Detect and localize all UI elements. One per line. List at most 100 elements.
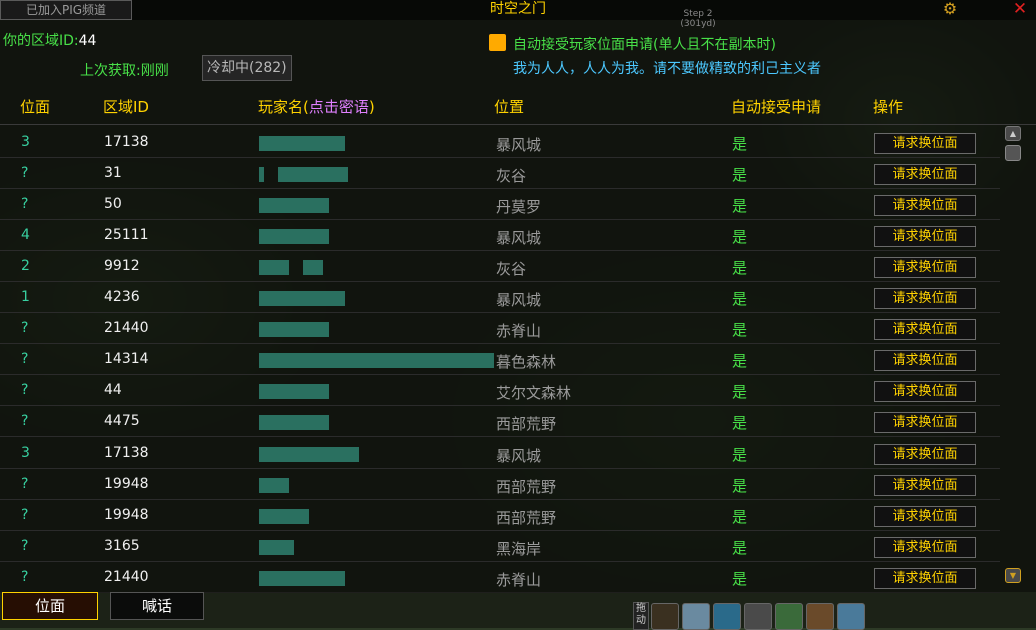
book-icon[interactable]	[775, 603, 803, 630]
cell-pos: ?	[21, 506, 29, 523]
col-header-name-prefix: 玩家名(	[258, 98, 309, 116]
motto-text: 我为人人，人人为我。请不要做精致的利己主义者	[513, 61, 821, 77]
cell-pos: 1	[21, 289, 30, 306]
cell-auto-accept: 是	[732, 259, 748, 278]
cell-pos: ?	[21, 196, 29, 213]
auto-accept-checkbox[interactable]	[489, 34, 506, 51]
table-row: 1 4236 暴风城 是 请求换位面	[0, 282, 1000, 313]
request-phase-button[interactable]: 请求换位面	[874, 257, 976, 279]
cell-pos: 3	[21, 444, 30, 461]
bag-icon[interactable]	[806, 603, 834, 630]
gem-icon[interactable]	[713, 603, 741, 630]
cell-zone-id: 4475	[104, 413, 140, 430]
redaction-block	[264, 167, 278, 182]
request-phase-button[interactable]: 请求换位面	[874, 164, 976, 186]
request-phase-button[interactable]: 请求换位面	[874, 319, 976, 341]
cell-player-name-redacted[interactable]	[259, 353, 494, 369]
cell-zone-id: 21440	[104, 568, 149, 585]
cell-pos: ?	[21, 413, 29, 430]
request-phase-button[interactable]: 请求换位面	[874, 412, 976, 434]
cell-player-name-redacted[interactable]	[259, 167, 348, 183]
table-row: ? 50 丹莫罗 是 请求换位面	[0, 189, 1000, 220]
redaction-block	[259, 384, 329, 400]
cell-location: 暴风城	[496, 291, 542, 310]
refresh-cooldown-button[interactable]: 冷却中(282)	[202, 55, 292, 81]
redaction-block	[259, 291, 345, 307]
cell-auto-accept: 是	[732, 569, 748, 588]
cell-zone-id: 4236	[104, 289, 140, 306]
cell-player-name-redacted[interactable]	[259, 229, 329, 245]
col-header-location: 位置	[494, 98, 525, 116]
scroll-up-button[interactable]: ▲	[1005, 126, 1021, 141]
cell-auto-accept: 是	[732, 538, 748, 557]
request-phase-button[interactable]: 请求换位面	[874, 133, 976, 154]
table-row: ? 14314 暮色森林 是 请求换位面	[0, 344, 1000, 375]
cell-player-name-redacted[interactable]	[259, 291, 345, 307]
redaction-block	[259, 136, 345, 151]
armor-icon[interactable]	[744, 603, 772, 630]
cell-auto-accept: 是	[732, 414, 748, 433]
cell-auto-accept: 是	[732, 352, 748, 371]
cell-player-name-redacted[interactable]	[259, 477, 289, 493]
shield-icon[interactable]	[651, 603, 679, 630]
joined-channel-tab[interactable]: 已加入PIG频道	[0, 0, 132, 20]
world-map-icon[interactable]	[837, 603, 865, 630]
request-phase-button[interactable]: 请求换位面	[874, 443, 976, 465]
cell-location: 西部荒野	[496, 477, 557, 496]
request-phase-button[interactable]: 请求换位面	[874, 195, 976, 217]
table-row: 3 17138 暴风城 是 请求换位面	[0, 127, 1000, 158]
request-phase-button[interactable]: 请求换位面	[874, 381, 976, 403]
last-fetch-text: 上次获取:刚刚	[80, 63, 169, 79]
request-phase-button[interactable]: 请求换位面	[874, 350, 976, 372]
request-phase-button[interactable]: 请求换位面	[874, 567, 976, 589]
cell-player-name-redacted[interactable]	[259, 384, 329, 400]
cell-zone-id: 19948	[104, 475, 149, 492]
redaction-block	[259, 446, 359, 462]
cell-zone-id: 21440	[104, 320, 149, 337]
cell-player-name-redacted[interactable]	[259, 570, 345, 586]
cell-location: 艾尔文森林	[496, 384, 572, 403]
cell-player-name-redacted[interactable]	[259, 198, 329, 214]
cell-zone-id: 14314	[104, 351, 149, 368]
auto-accept-label[interactable]: 自动接受玩家位面申请(单人且不在副本时)	[513, 34, 776, 54]
request-phase-button[interactable]: 请求换位面	[874, 505, 976, 527]
request-phase-button[interactable]: 请求换位面	[874, 226, 976, 248]
col-header-pos: 位面	[20, 98, 51, 116]
table-row: ? 4475 西部荒野 是 请求换位面	[0, 406, 1000, 437]
scroll-down-button[interactable]: ▼	[1005, 568, 1021, 583]
redaction-block	[259, 198, 329, 214]
redaction-block	[259, 322, 329, 338]
cell-player-name-redacted[interactable]	[259, 322, 329, 338]
cell-player-name-redacted[interactable]	[259, 446, 359, 462]
scroll-thumb[interactable]	[1005, 145, 1021, 161]
cell-auto-accept: 是	[732, 507, 748, 526]
redaction-block	[289, 260, 303, 275]
cell-player-name-redacted[interactable]	[259, 415, 329, 431]
cell-location: 灰谷	[496, 167, 527, 186]
cell-player-name-redacted[interactable]	[259, 508, 309, 524]
gear-icon[interactable]: ⚙	[941, 0, 959, 18]
step-distance: (301yd)	[680, 19, 716, 29]
table-row: ? 21440 赤脊山 是 请求换位面	[0, 562, 1000, 593]
cell-auto-accept: 是	[732, 383, 748, 402]
cell-player-name-redacted[interactable]	[259, 539, 294, 555]
drag-handle[interactable]: 拖动	[633, 602, 649, 630]
window-title: 时空之门	[490, 1, 546, 17]
cell-zone-id: 9912	[104, 258, 140, 275]
close-icon[interactable]: ✕	[1010, 0, 1030, 18]
cell-zone-id: 31	[104, 165, 122, 182]
redaction-block	[303, 260, 323, 276]
cell-pos: 3	[21, 134, 30, 150]
request-phase-button[interactable]: 请求换位面	[874, 474, 976, 496]
request-phase-button[interactable]: 请求换位面	[874, 288, 976, 310]
request-phase-button[interactable]: 请求换位面	[874, 536, 976, 558]
cell-player-name-redacted[interactable]	[259, 260, 323, 276]
tab-shout[interactable]: 喊话	[110, 592, 204, 620]
mount-icon[interactable]	[682, 603, 710, 630]
cell-pos: ?	[21, 537, 29, 554]
table-row: ? 31 灰谷 是 请求换位面	[0, 158, 1000, 189]
cell-player-name-redacted[interactable]	[259, 136, 345, 151]
cell-pos: 2	[21, 258, 30, 275]
tab-phase[interactable]: 位面	[2, 592, 98, 620]
zone-id-value: 44	[78, 33, 97, 49]
